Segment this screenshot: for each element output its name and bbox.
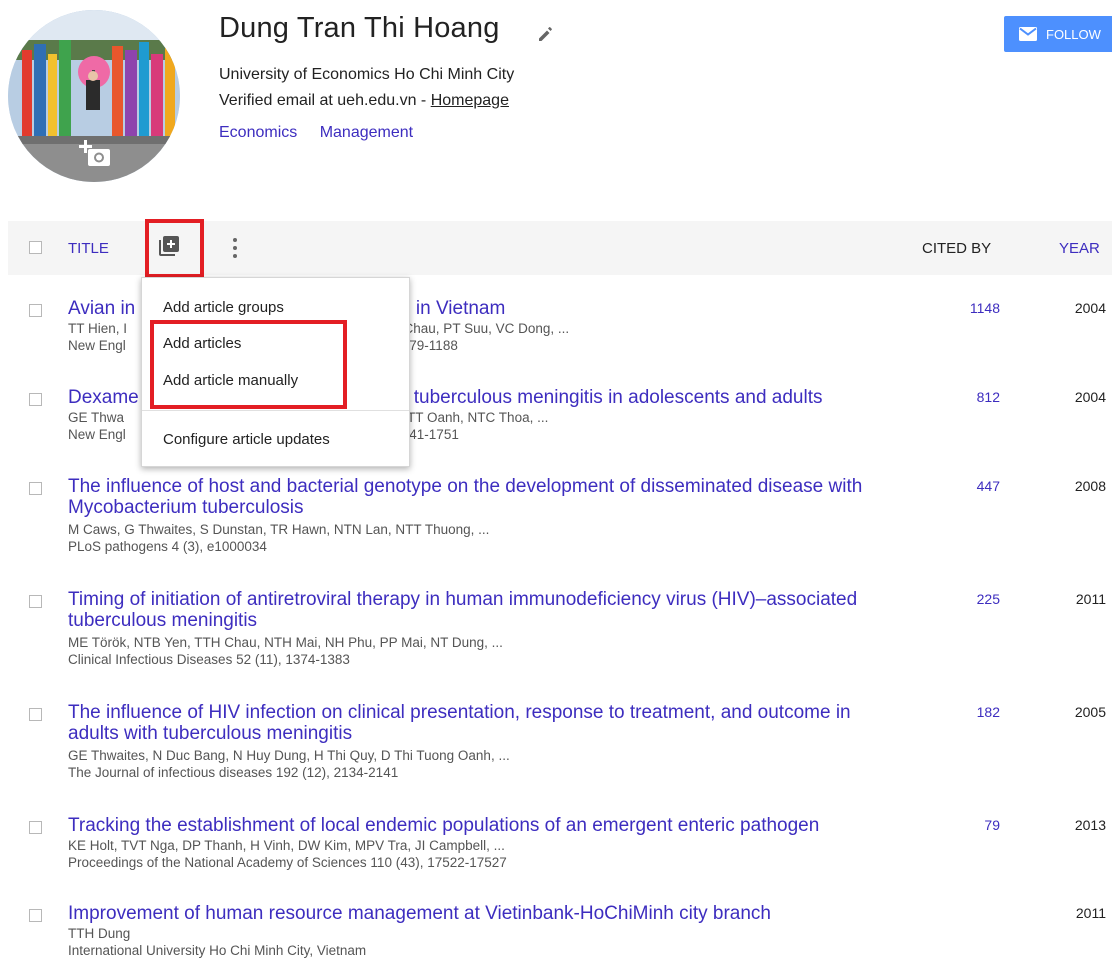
article-year: 2011 bbox=[1075, 591, 1106, 607]
menu-item-add-articles[interactable]: Add articles bbox=[163, 335, 241, 352]
article-authors: TTH Dung bbox=[68, 926, 131, 941]
mail-icon bbox=[1019, 27, 1037, 41]
article-cited-count[interactable]: 1148 bbox=[970, 300, 1000, 316]
article-row: Tracking the establishment of local ende… bbox=[8, 815, 1112, 881]
article-title[interactable]: Timing of initiation of antiretroviral t… bbox=[68, 589, 868, 631]
venue-start: New Engl bbox=[68, 338, 126, 353]
profile-email: Verified email at ueh.edu.vn - Homepage bbox=[219, 92, 509, 110]
article-authors: GE Thwaites, N Duc Bang, N Huy Dung, H T… bbox=[68, 748, 510, 763]
article-year: 2004 bbox=[1074, 389, 1106, 405]
authors-end: TT Oanh, NTC Thoa, ... bbox=[407, 410, 549, 425]
article-cited-count[interactable]: 447 bbox=[977, 478, 1000, 494]
article-authors: KE Holt, TVT Nga, DP Thanh, H Vinh, DW K… bbox=[68, 838, 505, 853]
article-year: 2011 bbox=[1075, 905, 1106, 921]
profile-avatar[interactable] bbox=[8, 10, 180, 182]
venue-start: New Engl bbox=[68, 427, 126, 442]
article-title[interactable]: Tracking the establishment of local ende… bbox=[68, 815, 928, 836]
article-title[interactable]: The influence of host and bacterial geno… bbox=[68, 476, 928, 518]
menu-item-configure-article-updates[interactable]: Configure article updates bbox=[163, 431, 330, 448]
interest-list: Economics Management bbox=[219, 124, 431, 142]
article-venue: International University Ho Chi Minh Cit… bbox=[68, 943, 367, 958]
follow-button[interactable]: FOLLOW bbox=[1004, 16, 1112, 52]
more-vert-icon[interactable] bbox=[229, 236, 241, 260]
article-row: Timing of initiation of antiretroviral t… bbox=[8, 589, 1112, 679]
cited-by-column-header: CITED BY bbox=[922, 240, 992, 257]
article-title[interactable]: The influence of HIV infection on clinic… bbox=[68, 702, 858, 744]
menu-item-add-article-manually[interactable]: Add article manually bbox=[163, 372, 298, 389]
article-checkbox[interactable] bbox=[29, 595, 42, 608]
authors-start: TT Hien, I bbox=[68, 321, 128, 336]
article-venue: PLoS pathogens 4 (3), e1000034 bbox=[68, 539, 267, 554]
article-checkbox[interactable] bbox=[29, 304, 42, 317]
article-row: The influence of host and bacterial geno… bbox=[8, 476, 1112, 566]
article-authors: ME Török, NTB Yen, TTH Chau, NTH Mai, NH… bbox=[68, 635, 503, 650]
article-cited-count[interactable]: 182 bbox=[977, 704, 1000, 720]
title-column-header[interactable]: TITLE bbox=[68, 240, 109, 257]
menu-divider bbox=[142, 410, 409, 411]
article-year: 2008 bbox=[1074, 478, 1106, 494]
article-cited-count[interactable]: 79 bbox=[984, 817, 1000, 833]
interest-link-economics[interactable]: Economics bbox=[219, 124, 297, 141]
article-checkbox[interactable] bbox=[29, 482, 42, 495]
add-box-icon[interactable] bbox=[157, 234, 181, 258]
year-column-header[interactable]: YEAR bbox=[1059, 240, 1100, 257]
homepage-link[interactable]: Homepage bbox=[431, 92, 509, 109]
profile-affiliation: University of Economics Ho Chi Minh City bbox=[219, 66, 515, 83]
add-articles-menu: Add article groups Add articles Add arti… bbox=[141, 277, 410, 467]
article-title[interactable]: Improvement of human resource management… bbox=[68, 903, 928, 924]
article-checkbox[interactable] bbox=[29, 393, 42, 406]
article-title-start: Dexame bbox=[68, 387, 139, 408]
venue-end: 741-1751 bbox=[401, 427, 459, 442]
article-year: 2013 bbox=[1074, 817, 1106, 833]
profile-name: Dung Tran Thi Hoang bbox=[219, 12, 500, 44]
article-venue: Proceedings of the National Academy of S… bbox=[68, 855, 507, 870]
interest-link-management[interactable]: Management bbox=[320, 124, 413, 141]
article-authors: M Caws, G Thwaites, S Dunstan, TR Hawn, … bbox=[68, 522, 490, 537]
follow-label: FOLLOW bbox=[1046, 26, 1101, 42]
article-checkbox[interactable] bbox=[29, 821, 42, 834]
article-venue: The Journal of infectious diseases 192 (… bbox=[68, 765, 399, 780]
add-photo-icon[interactable] bbox=[78, 138, 112, 168]
select-all-checkbox[interactable] bbox=[29, 241, 42, 254]
article-cited-count[interactable]: 225 bbox=[977, 591, 1000, 607]
article-title-end: tuberculous meningitis in adolescents an… bbox=[413, 387, 823, 408]
pencil-icon[interactable] bbox=[536, 24, 556, 44]
article-venue: Clinical Infectious Diseases 52 (11), 13… bbox=[68, 652, 350, 667]
article-title-start: Avian in bbox=[68, 298, 136, 319]
email-text: Verified email at ueh.edu.vn - bbox=[219, 92, 431, 109]
article-year: 2005 bbox=[1074, 704, 1106, 720]
menu-item-add-article-groups[interactable]: Add article groups bbox=[163, 299, 284, 316]
authors-start: GE Thwa bbox=[68, 410, 125, 425]
article-checkbox[interactable] bbox=[29, 909, 42, 922]
article-row: The influence of HIV infection on clinic… bbox=[8, 702, 1112, 792]
article-year: 2004 bbox=[1074, 300, 1106, 316]
venue-end: 179-1188 bbox=[401, 338, 458, 353]
article-checkbox[interactable] bbox=[29, 708, 42, 721]
article-cited-count[interactable]: 812 bbox=[977, 389, 1000, 405]
article-row: Improvement of human resource management… bbox=[8, 903, 1112, 964]
